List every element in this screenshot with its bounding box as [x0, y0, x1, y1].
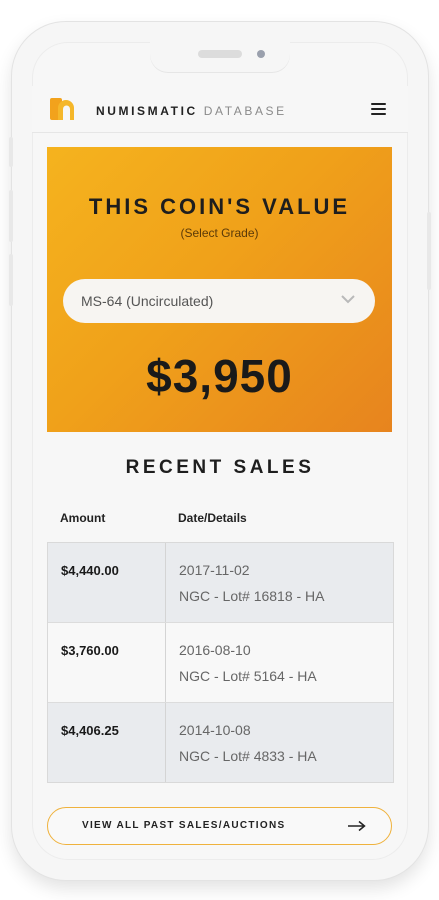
- sale-amount: $4,440.00: [48, 543, 166, 622]
- grade-select-value: MS-64 (Uncirculated): [81, 293, 214, 309]
- chevron-down-icon: [341, 295, 355, 304]
- coin-logo-icon[interactable]: [48, 94, 84, 124]
- view-all-sales-label: VIEW ALL PAST SALES/AUCTIONS: [82, 820, 286, 831]
- sale-amount: $3,760.00: [48, 623, 166, 702]
- sale-date: 2017-11-02: [179, 562, 250, 578]
- power-button: [427, 212, 431, 290]
- table-row[interactable]: $4,440.00 2017-11-02 NGC - Lot# 16818 - …: [48, 543, 393, 623]
- coin-price: $3,950: [146, 350, 293, 402]
- sale-amount: $4,406.25: [48, 703, 166, 782]
- front-camera-icon: [257, 50, 265, 58]
- site-header: NUMISMATIC DATABASE: [32, 86, 408, 133]
- screen: NUMISMATIC DATABASE THIS COIN'S VALUE (S…: [32, 42, 408, 860]
- sale-details: NGC - Lot# 4833 - HA: [179, 748, 317, 764]
- notch: [150, 42, 290, 72]
- brand-light: DATABASE: [203, 104, 287, 118]
- sale-details: NGC - Lot# 16818 - HA: [179, 588, 325, 604]
- column-header-amount: Amount: [60, 511, 106, 525]
- sale-date: 2014-10-08: [179, 722, 251, 738]
- brand-name[interactable]: NUMISMATIC DATABASE: [96, 104, 287, 118]
- volume-up-button: [9, 190, 13, 242]
- grade-select[interactable]: MS-64 (Uncirculated): [63, 279, 375, 323]
- table-row[interactable]: $4,406.25 2014-10-08 NGC - Lot# 4833 - H…: [48, 703, 393, 782]
- view-all-sales-button[interactable]: VIEW ALL PAST SALES/AUCTIONS: [47, 807, 392, 845]
- table-row[interactable]: $3,760.00 2016-08-10 NGC - Lot# 5164 - H…: [48, 623, 393, 703]
- hamburger-menu-icon[interactable]: [371, 103, 386, 115]
- mute-switch: [9, 137, 13, 167]
- volume-down-button: [9, 254, 13, 306]
- recent-sales-table: $4,440.00 2017-11-02 NGC - Lot# 16818 - …: [47, 542, 394, 783]
- sale-details: NGC - Lot# 5164 - HA: [179, 668, 317, 684]
- sale-date: 2016-08-10: [179, 642, 251, 658]
- value-subtitle: (Select Grade): [180, 226, 259, 240]
- coin-value-card: THIS COIN'S VALUE (Select Grade) MS-64 (…: [47, 147, 392, 432]
- speaker-grille: [198, 50, 242, 58]
- recent-sales-title: RECENT SALES: [125, 457, 315, 478]
- column-header-date-details: Date/Details: [178, 511, 247, 525]
- arrow-right-icon: [348, 820, 366, 832]
- phone-frame: NUMISMATIC DATABASE THIS COIN'S VALUE (S…: [9, 22, 431, 880]
- value-title: THIS COIN'S VALUE: [88, 194, 351, 219]
- brand-bold: NUMISMATIC: [96, 104, 198, 118]
